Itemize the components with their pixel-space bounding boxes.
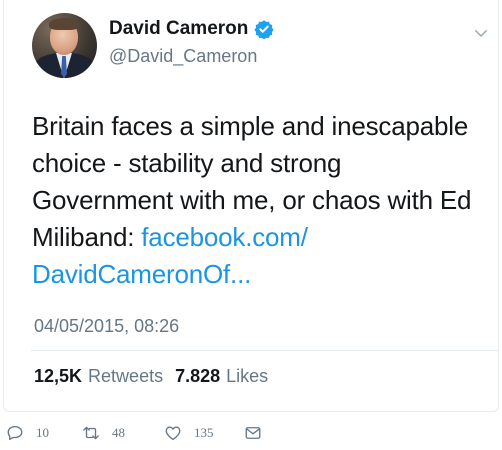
tweet-card: David Cameron @David_Cameron Britain fac… [3,0,499,412]
direct-message-button[interactable] [244,424,262,442]
author-name-row: David Cameron [109,18,274,40]
tweet-stats: 12,5K Retweets 7.828 Likes [34,366,280,387]
chevron-down-icon[interactable] [472,24,490,42]
retweet-button[interactable]: 48 [82,424,125,442]
tweet-timestamp[interactable]: 04/05/2015, 08:26 [34,316,179,337]
likes-label[interactable]: Likes [226,366,268,387]
reply-icon [7,425,23,441]
like-button[interactable]: 135 [164,424,214,442]
divider [31,350,498,351]
author-handle[interactable]: @David_Cameron [109,46,257,67]
avatar-hair [49,18,79,30]
tweet-actions: 10 48 135 [0,424,502,450]
tweet-link-part-1[interactable]: facebook.com/ [141,222,308,252]
like-count: 135 [194,425,214,440]
tweet-text: Britain faces a simple and inescapable c… [32,108,482,293]
reply-button[interactable]: 10 [6,424,49,442]
retweet-count: 48 [112,425,125,440]
author-display-name[interactable]: David Cameron [109,18,248,40]
verified-badge-icon [254,20,274,39]
avatar[interactable] [32,13,97,78]
retweets-count[interactable]: 12,5K [34,366,82,387]
like-icon [165,426,181,441]
reply-count: 10 [36,425,49,440]
direct-message-icon [245,427,261,439]
likes-count[interactable]: 7.828 [175,366,220,387]
retweet-icon [83,426,99,440]
retweets-label[interactable]: Retweets [88,366,163,387]
tweet-link-part-2[interactable]: DavidCameronOf... [32,259,251,289]
